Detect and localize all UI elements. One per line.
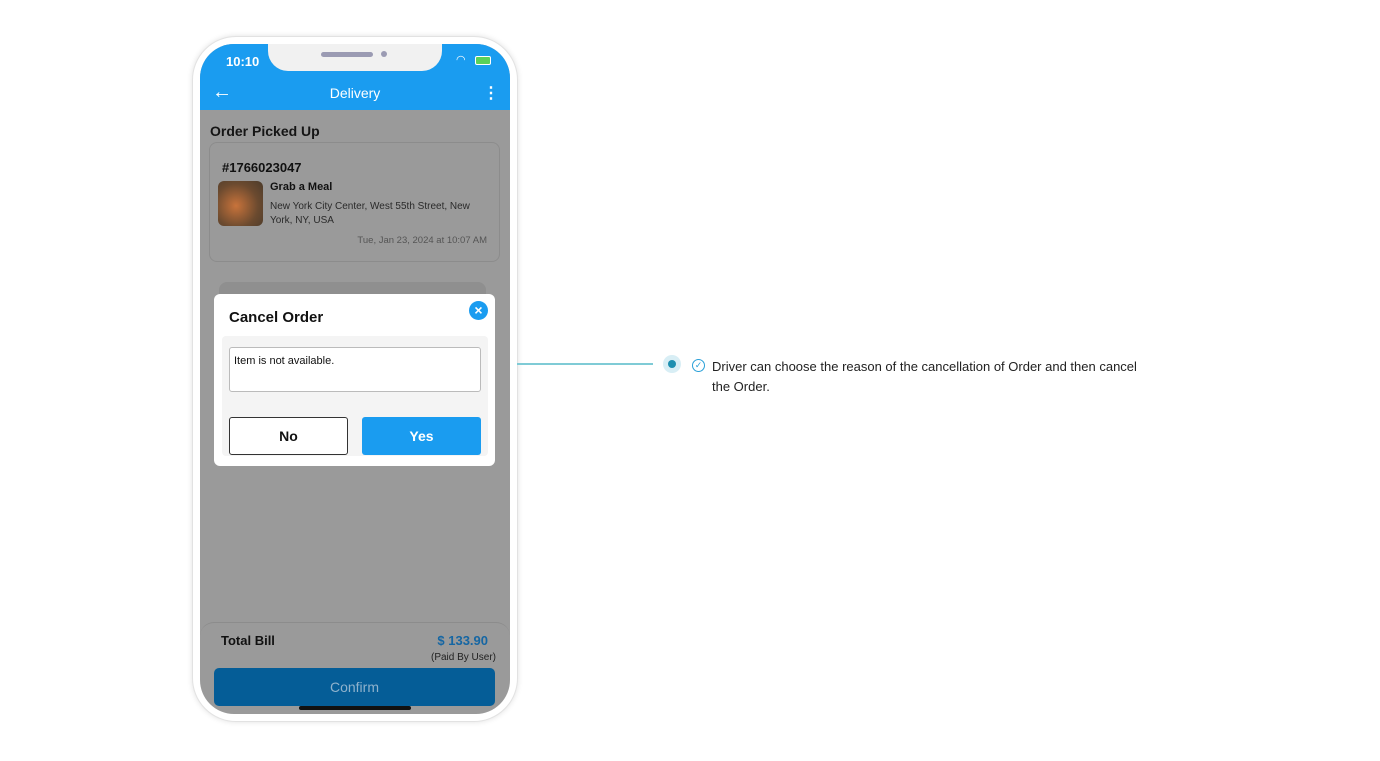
home-indicator: [299, 706, 411, 710]
confirm-button[interactable]: Confirm: [214, 668, 495, 706]
more-options-icon[interactable]: ⋮: [483, 83, 499, 103]
paid-note: (Paid By User): [430, 652, 496, 663]
status-time: 10:10: [226, 54, 260, 69]
phone-screen: 10:10 ◠ ← Delivery ⋮ Order Picked Up #17…: [200, 44, 510, 714]
annotation-text: Driver can choose the reason of the canc…: [712, 359, 1137, 394]
check-circle-icon: ✓: [692, 359, 705, 372]
cancel-order-dialog: Cancel Order × Item is not available. No…: [214, 294, 495, 466]
battery-icon: [475, 56, 491, 65]
reason-input[interactable]: Item is not available.: [229, 347, 481, 392]
annotation-dot: [663, 355, 681, 373]
header-title: Delivery: [329, 85, 381, 101]
total-value: $ 133.90: [437, 633, 488, 648]
dialog-body: Item is not available. No Yes: [222, 336, 488, 456]
speaker: [321, 52, 373, 57]
section-title: Order Picked Up: [210, 123, 320, 139]
camera: [381, 51, 387, 57]
dialog-title: Cancel Order: [229, 309, 324, 326]
close-icon[interactable]: ×: [469, 301, 488, 320]
restaurant-image: [218, 181, 263, 226]
restaurant-name: Grab a Meal: [270, 181, 333, 193]
yes-button[interactable]: Yes: [362, 417, 481, 455]
notch: [268, 44, 442, 71]
wifi-icon: ◠: [456, 54, 466, 66]
total-label: Total Bill: [221, 633, 275, 648]
order-id: #1766023047: [222, 160, 302, 175]
annotation-line: [517, 363, 653, 365]
restaurant-address: New York City Center, West 55th Street, …: [270, 201, 470, 226]
order-card[interactable]: #1766023047 Grab a Meal New York City Ce…: [209, 142, 500, 262]
footer-panel: Total Bill $ 133.90 (Paid By User) Confi…: [200, 622, 510, 714]
order-datetime: Tue, Jan 23, 2024 at 10:07 AM: [357, 235, 487, 246]
no-button[interactable]: No: [229, 417, 348, 455]
